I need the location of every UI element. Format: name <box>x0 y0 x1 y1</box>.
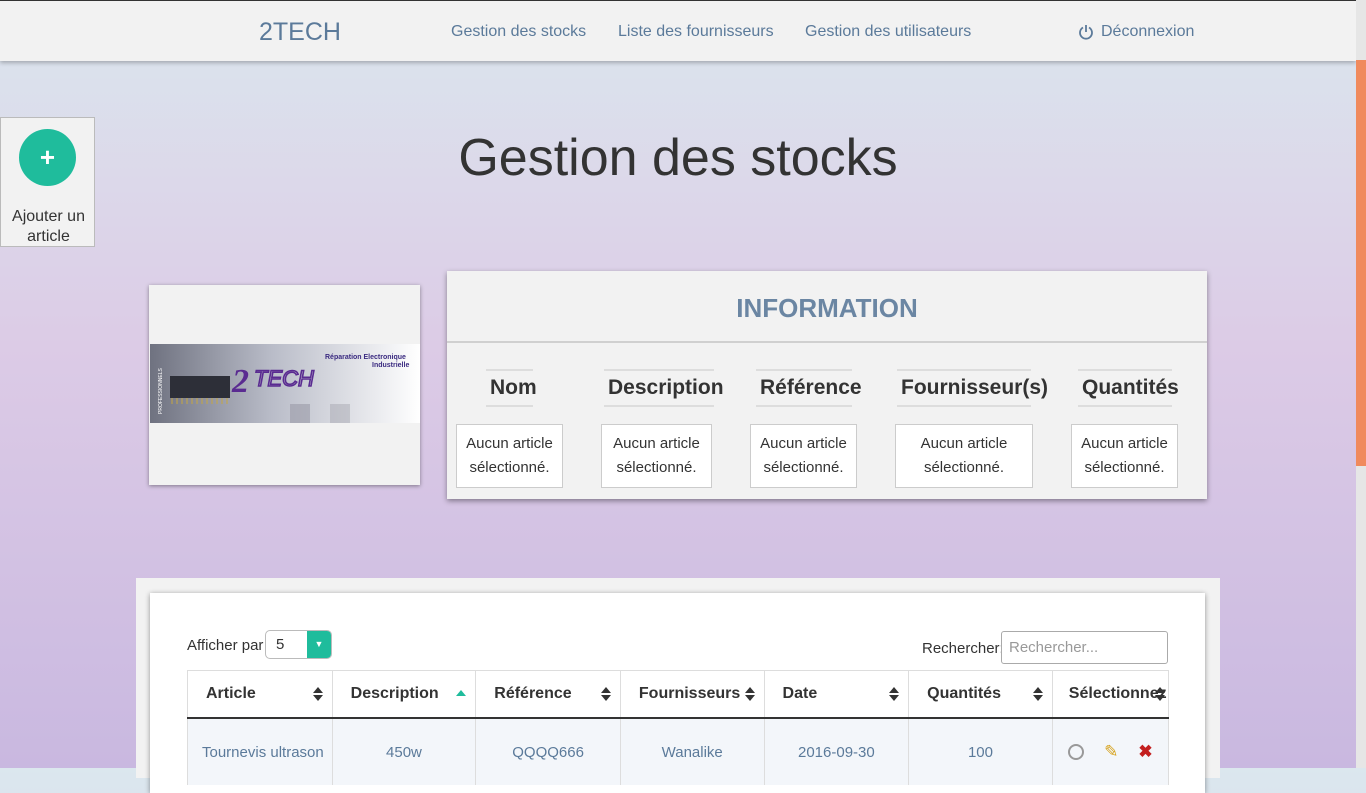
nav-gestion-utilisateurs[interactable]: Gestion des utilisateurs <box>805 23 971 41</box>
cell-article: Tournevis ultrason <box>187 718 333 785</box>
pencil-icon[interactable]: ✎ <box>1104 742 1118 762</box>
info-header-reference: Référence <box>756 369 862 407</box>
company-logo-image: 2 TECH Réparation Electronique Industrie… <box>150 344 420 423</box>
header-label: Référence <box>494 685 572 702</box>
row-actions: ✎ ✖ <box>1054 742 1167 762</box>
svg-text:PROFESSIONNELS: PROFESSIONNELS <box>158 367 164 414</box>
power-icon <box>1079 25 1093 40</box>
svg-text:TECH: TECH <box>254 366 314 391</box>
header-reference[interactable]: Référence <box>475 670 621 719</box>
select-radio-icon[interactable] <box>1068 744 1085 760</box>
sort-icon[interactable] <box>888 686 900 702</box>
header-selectionnez[interactable]: Sélectionnez <box>1051 670 1170 719</box>
svg-text:Réparation Electronique: Réparation Electronique <box>325 354 406 361</box>
header-label: Article <box>206 685 256 702</box>
logo-card: 2 TECH Réparation Electronique Industrie… <box>149 285 420 485</box>
brand-logo-text[interactable]: 2TECH <box>259 18 341 47</box>
cell-reference: QQQQ666 <box>475 718 621 785</box>
header-article[interactable]: Article <box>187 670 333 719</box>
information-panel: INFORMATION Nom Description Référence Fo… <box>447 271 1207 499</box>
info-header-description: Description <box>604 369 724 407</box>
header-label: Sélectionnez <box>1068 685 1167 702</box>
sort-icon[interactable] <box>312 686 324 702</box>
cell-description: 450w <box>331 718 477 785</box>
info-header-nom: Nom <box>486 369 537 407</box>
info-header-quantites: Quantités <box>1078 369 1179 407</box>
header-label: Fournisseurs <box>638 685 741 702</box>
info-value-quantites: Aucun article sélectionné. <box>1071 424 1178 488</box>
per-page-label: Afficher par <box>187 637 264 654</box>
chevron-down-icon[interactable]: ▼ <box>307 631 331 658</box>
header-fournisseurs[interactable]: Fournisseurs <box>619 670 765 719</box>
per-page-value: 5 <box>276 636 285 653</box>
sort-icon[interactable] <box>600 686 612 702</box>
delete-icon[interactable]: ✖ <box>1138 742 1152 762</box>
cell-fournisseurs: Wanalike <box>619 718 765 785</box>
info-value-reference: Aucun article sélectionné. <box>750 424 857 488</box>
per-page-select[interactable]: 5 ▼ <box>265 630 332 659</box>
sort-icon[interactable] <box>744 686 756 702</box>
logout-link[interactable]: Déconnexion <box>1078 23 1194 41</box>
page-scrollbar[interactable] <box>1356 0 1366 768</box>
header-quantites[interactable]: Quantités <box>908 670 1053 719</box>
information-title: INFORMATION <box>447 271 1207 343</box>
table-row[interactable]: Tournevis ultrason 450w QQQQ666 Wanalike… <box>187 718 1170 785</box>
cell-actions: ✎ ✖ <box>1051 718 1170 785</box>
info-value-fournisseurs: Aucun article sélectionné. <box>895 424 1033 488</box>
search-label: Rechercher: <box>922 640 1004 657</box>
nav-gestion-stocks[interactable]: Gestion des stocks <box>451 23 586 41</box>
logout-label: Déconnexion <box>1101 23 1195 40</box>
info-header-fournisseurs: Fournisseur(s) <box>897 369 1048 407</box>
nav-liste-fournisseurs[interactable]: Liste des fournisseurs <box>618 23 774 41</box>
cell-quantites: 100 <box>908 718 1053 785</box>
header-label: Quantités <box>927 685 1001 702</box>
sort-icon[interactable] <box>1032 686 1044 702</box>
header-date[interactable]: Date <box>763 670 910 719</box>
sort-icon[interactable] <box>1154 686 1166 702</box>
svg-text:2: 2 <box>231 363 249 400</box>
search-input[interactable] <box>1001 631 1168 664</box>
cell-date: 2016-09-30 <box>763 718 910 785</box>
page-title: Gestion des stocks <box>458 129 898 187</box>
header-description[interactable]: Description <box>331 670 477 719</box>
scrollbar-thumb[interactable] <box>1356 60 1366 466</box>
add-article-label: Ajouter un article <box>12 208 85 245</box>
table-header-row: Article Description Référence Fournisseu… <box>187 670 1170 719</box>
top-navbar: 2TECH Gestion des stocks Liste des fourn… <box>0 0 1356 61</box>
svg-text:Industrielle: Industrielle <box>372 362 409 369</box>
sort-ascending-icon[interactable] <box>455 686 467 702</box>
header-label: Description <box>350 685 439 702</box>
info-value-description: Aucun article sélectionné. <box>601 424 712 488</box>
header-label: Date <box>782 685 818 702</box>
info-value-nom: Aucun article sélectionné. <box>456 424 563 488</box>
